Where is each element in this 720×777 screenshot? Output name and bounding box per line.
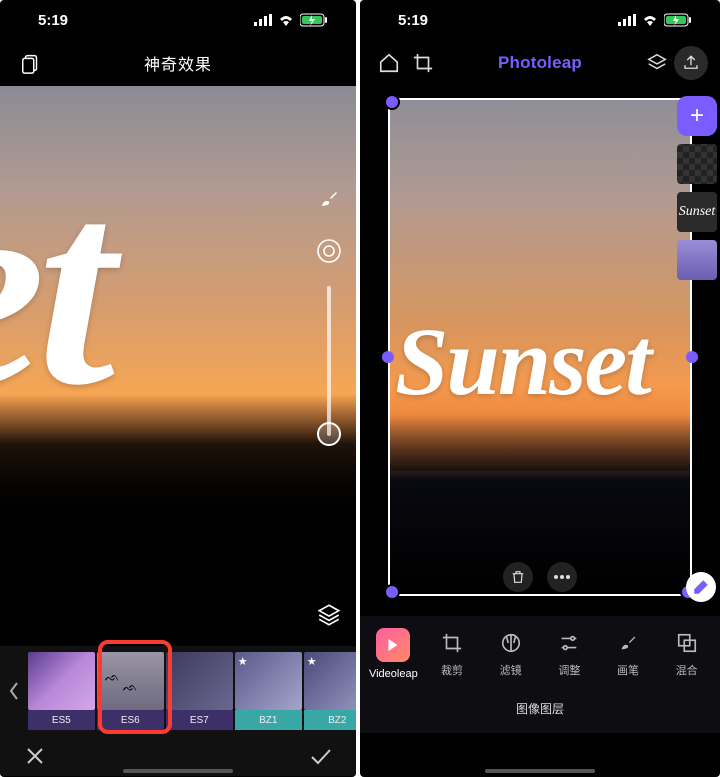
layer-tile-text[interactable]: Sunset (677, 192, 717, 232)
intensity-slider[interactable] (327, 286, 331, 436)
wifi-icon (278, 14, 294, 26)
layers-icon[interactable] (312, 598, 346, 632)
tool-adjust[interactable]: 调整 (544, 630, 595, 678)
eraser-button[interactable] (686, 572, 716, 602)
crop-icon (439, 630, 465, 656)
confirm-button[interactable] (304, 739, 338, 773)
tool-crop[interactable]: 裁剪 (427, 630, 478, 678)
share-icon[interactable] (674, 46, 708, 80)
videoleap-icon (376, 628, 410, 662)
crop-handle-tl[interactable] (386, 96, 398, 108)
tool-blend[interactable]: 混合 (661, 630, 712, 678)
more-options-button[interactable] (547, 562, 577, 592)
canvas[interactable]: Sunset (360, 86, 720, 616)
wifi-icon (642, 14, 658, 26)
canvas-action-chips (503, 562, 577, 592)
slider-handle[interactable] (317, 422, 341, 446)
star-icon: ★ (307, 655, 317, 668)
home-indicator (485, 769, 595, 773)
layer-tile-image[interactable] (677, 240, 717, 280)
status-indicators (618, 13, 692, 27)
page-title: 神奇效果 (48, 51, 308, 75)
effect-bz1[interactable]: ★ BZ1 (235, 652, 302, 730)
brand-title: Photoleap (498, 53, 582, 72)
side-tool-column (312, 182, 346, 436)
effect-es7[interactable]: ES7 (166, 652, 233, 730)
blend-icon (674, 630, 700, 656)
tool-filter[interactable]: 滤镜 (485, 630, 536, 678)
star-icon: ★ (238, 655, 248, 668)
status-bar: 5:19 (360, 0, 720, 40)
clipboard-icon[interactable] (14, 46, 48, 80)
close-button[interactable] (18, 739, 52, 773)
crop-handle-left[interactable] (382, 351, 394, 363)
layer-type-label: 图像图层 (360, 692, 720, 733)
status-bar: 5:19 (0, 0, 356, 40)
home-indicator (123, 769, 233, 773)
tool-videoleap[interactable]: Videoleap (368, 628, 419, 680)
effects-strip: ES5 ES6 ES7 ★ BZ1 ★ BZ2 (0, 646, 356, 736)
status-time: 5:19 (38, 12, 68, 29)
top-nav: Photoleap (360, 40, 720, 86)
top-nav: 神奇效果 (0, 40, 356, 86)
battery-charging-icon (300, 13, 328, 27)
effects-list: ES5 ES6 ES7 ★ BZ1 ★ BZ2 (28, 652, 356, 730)
canvas-image (388, 98, 692, 596)
status-time: 5:19 (398, 12, 428, 29)
brush-icon[interactable] (312, 182, 346, 216)
layers-icon[interactable] (640, 46, 674, 80)
status-indicators (254, 13, 328, 27)
crop-icon[interactable] (406, 46, 440, 80)
signal-icon (254, 14, 272, 26)
bottom-toolbar: Videoleap 裁剪 滤镜 调整 (360, 616, 720, 692)
layer-tile-transparency[interactable] (677, 144, 717, 184)
effects-prev-button[interactable] (1, 681, 28, 701)
tool-brush[interactable]: 画笔 (603, 630, 654, 678)
crop-handle-right[interactable] (686, 351, 698, 363)
phone-right: 5:19 Photoleap (360, 0, 720, 777)
effect-bz2[interactable]: ★ BZ2 (304, 652, 356, 730)
target-icon[interactable] (312, 234, 346, 268)
filter-icon (498, 630, 524, 656)
phone-left: 5:19 神奇效果 set (0, 0, 356, 777)
delete-layer-button (503, 562, 533, 592)
signal-icon (618, 14, 636, 26)
crop-handle-bl[interactable] (386, 586, 398, 598)
brush-icon (615, 630, 641, 656)
effect-es5[interactable]: ES5 (28, 652, 95, 730)
sliders-icon (556, 630, 582, 656)
canvas-image (0, 86, 356, 646)
battery-charging-icon (664, 13, 692, 27)
home-icon[interactable] (372, 46, 406, 80)
effect-es6[interactable]: ES6 (97, 652, 164, 730)
add-layer-button[interactable]: + (677, 96, 717, 136)
layer-column: + Sunset (674, 96, 720, 280)
canvas[interactable]: set (0, 86, 356, 646)
